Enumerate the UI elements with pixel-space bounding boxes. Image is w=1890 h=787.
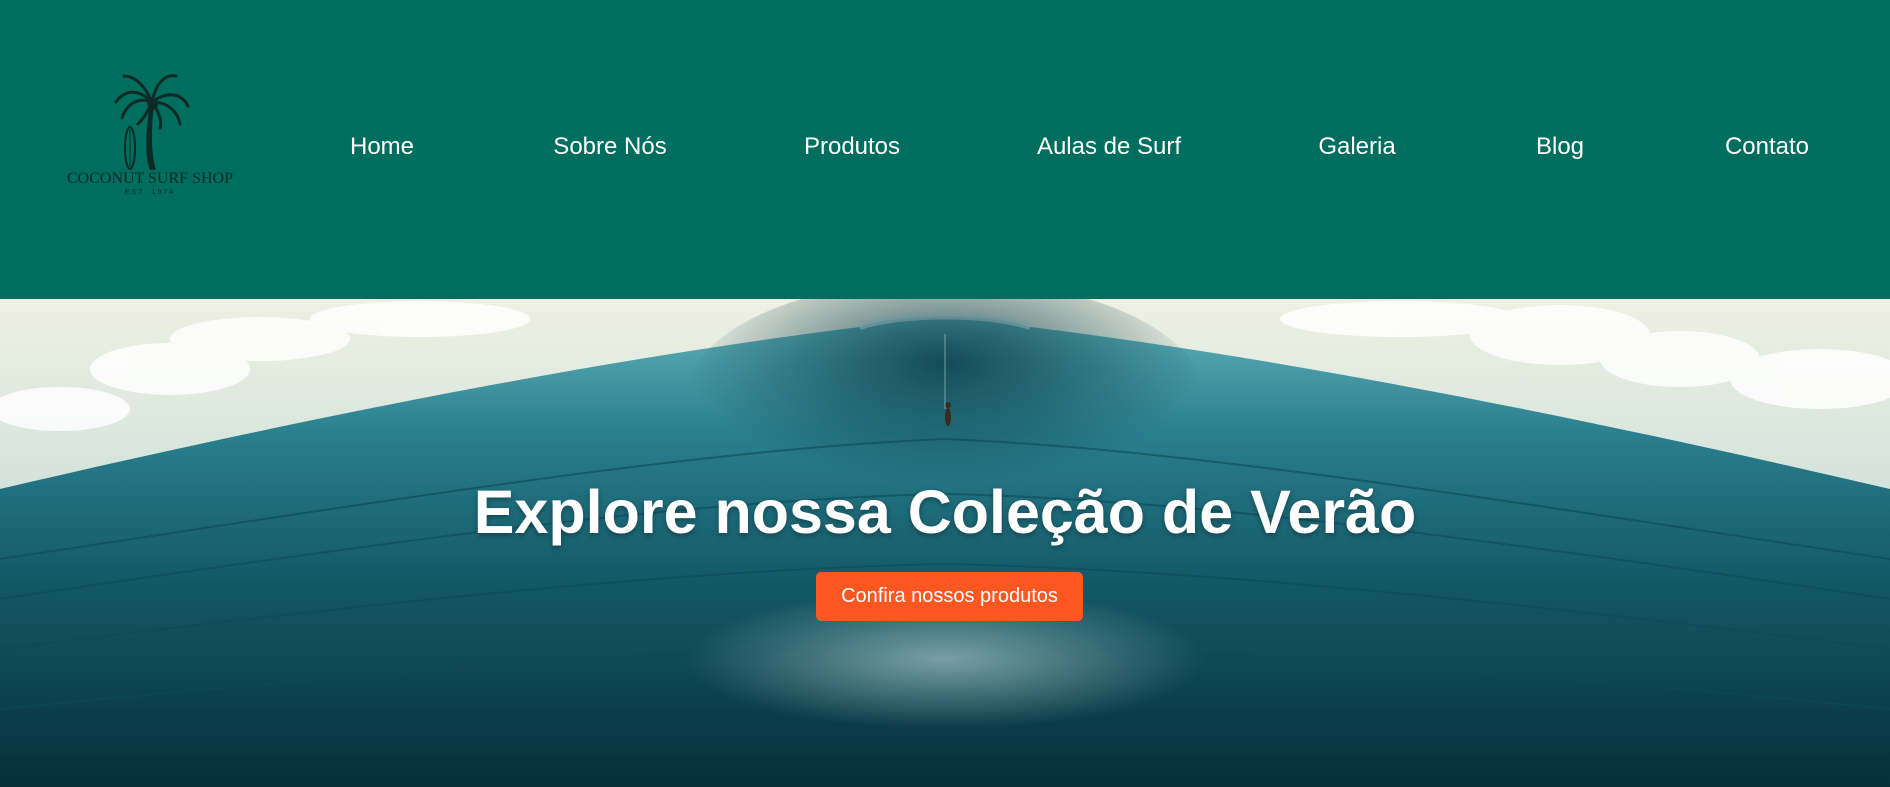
shop-products-button[interactable]: Confira nossos produtos: [816, 572, 1083, 621]
site-header: COCONUT SURF SHOP EST. 1974 Home Sobre N…: [0, 0, 1890, 299]
nav-item-blog[interactable]: Blog: [1536, 129, 1584, 165]
surfer-figure: [945, 402, 951, 426]
brand-tagline: EST. 1974: [124, 189, 176, 196]
nav-item-sobre-nos[interactable]: Sobre Nós: [553, 129, 666, 165]
nav-item-produtos[interactable]: Produtos: [804, 129, 900, 165]
nav-item-galeria[interactable]: Galeria: [1318, 129, 1395, 165]
nav-item-home[interactable]: Home: [350, 129, 414, 165]
hero-section: Explore nossa Coleção de Verão Confira n…: [0, 299, 1890, 787]
brand-name: COCONUT SURF SHOP: [67, 170, 233, 187]
main-nav: Home Sobre Nós Produtos Aulas de Surf Ga…: [0, 129, 1890, 165]
hero-title: Explore nossa Coleção de Verão: [473, 478, 1417, 546]
nav-item-aulas-de-surf[interactable]: Aulas de Surf: [1037, 129, 1181, 165]
nav-item-contato[interactable]: Contato: [1725, 129, 1809, 165]
